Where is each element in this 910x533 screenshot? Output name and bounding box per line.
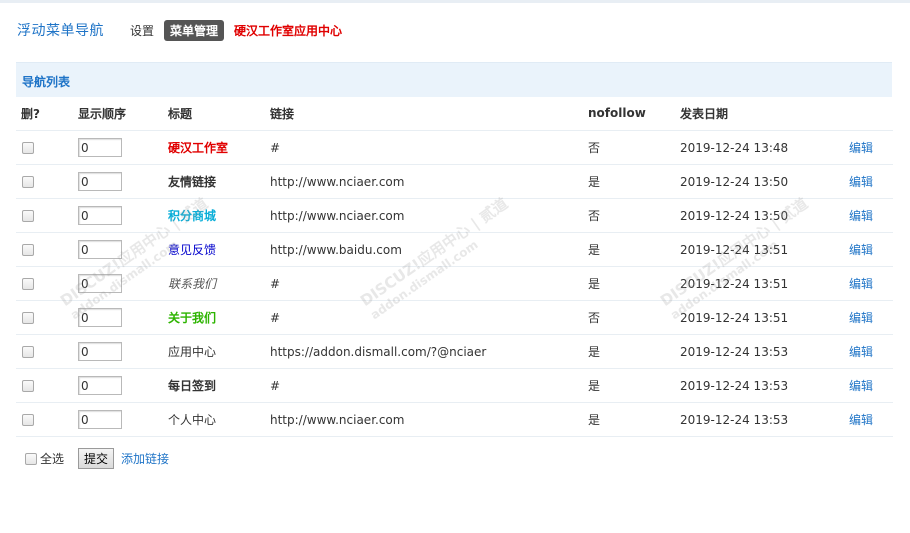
table-row: 关于我们 # 否 2019-12-24 13:51 编辑 [16,300,893,335]
row-nofollow: 是 [588,243,601,257]
order-input[interactable] [78,240,122,259]
col-link-header: 链接 [265,96,583,131]
row-date: 2019-12-24 13:53 [680,378,789,393]
row-date: 2019-12-24 13:51 [680,242,789,257]
edit-link[interactable]: 编辑 [849,141,873,155]
table-row: 应用中心 https://addon.dismall.com/?@nciaer … [16,334,893,369]
nav-list-table: 删? 显示顺序 标题 链接 nofollow 发表日期 硬汉工作室 # 否 20… [16,96,893,437]
edit-link[interactable]: 编辑 [849,243,873,257]
table-row: 意见反馈 http://www.baidu.com 是 2019-12-24 1… [16,232,893,267]
page-header: 浮动菜单导航 设置 菜单管理 硬汉工作室应用中心 [17,18,342,42]
row-title: 每日签到 [168,379,217,393]
edit-link[interactable]: 编辑 [849,311,873,325]
row-link: http://www.nciaer.com [270,208,405,223]
order-input[interactable] [78,308,122,327]
select-all-checkbox[interactable] [25,452,37,465]
row-nofollow: 是 [588,379,601,393]
delete-checkbox[interactable] [22,346,34,358]
top-border [0,0,910,3]
row-date: 2019-12-24 13:50 [680,208,789,223]
col-delete-header: 删? [16,96,73,131]
row-title: 联系我们 [168,277,217,291]
row-date: 2019-12-24 13:50 [680,174,789,189]
delete-checkbox[interactable] [22,210,34,222]
delete-checkbox[interactable] [22,312,34,324]
row-title: 应用中心 [168,345,217,359]
row-link: # [270,276,281,291]
edit-link[interactable]: 编辑 [849,277,873,291]
add-link-button[interactable]: 添加链接 [121,450,169,467]
table-row: 友情链接 http://www.nciaer.com 是 2019-12-24 … [16,164,893,199]
table-footer: 全选 提交 添加链接 [24,448,169,469]
edit-link[interactable]: 编辑 [849,379,873,393]
edit-link[interactable]: 编辑 [849,209,873,223]
row-nofollow: 否 [588,311,601,325]
order-input[interactable] [78,138,122,157]
delete-checkbox[interactable] [22,380,34,392]
section-title: 导航列表 [22,75,71,89]
order-input[interactable] [78,172,122,191]
row-date: 2019-12-24 13:51 [680,310,789,325]
delete-checkbox[interactable] [22,278,34,290]
row-nofollow: 是 [588,345,601,359]
row-link: http://www.baidu.com [270,242,402,257]
row-link: https://addon.dismall.com/?@nciaer [270,344,487,359]
order-input[interactable] [78,376,122,395]
delete-checkbox[interactable] [22,244,34,256]
row-date: 2019-12-24 13:53 [680,344,789,359]
col-order-header: 显示顺序 [73,96,163,131]
row-title: 个人中心 [168,413,217,427]
order-input[interactable] [78,206,122,225]
section-header-bar: 导航列表 [16,62,892,97]
row-link: # [270,140,281,155]
col-action-header [844,96,893,131]
table-header-row: 删? 显示顺序 标题 链接 nofollow 发表日期 [16,96,893,131]
plugin-title: 浮动菜单导航 [17,23,104,39]
row-date: 2019-12-24 13:53 [680,412,789,427]
row-nofollow: 否 [588,209,601,223]
table-row: 每日签到 # 是 2019-12-24 13:53 编辑 [16,368,893,403]
col-nofollow-header: nofollow [583,96,675,131]
table-row: 联系我们 # 是 2019-12-24 13:51 编辑 [16,266,893,301]
row-date: 2019-12-24 13:51 [680,276,789,291]
row-title: 关于我们 [168,311,217,325]
row-nofollow: 是 [588,413,601,427]
submit-button[interactable]: 提交 [78,448,115,469]
order-input[interactable] [78,410,122,429]
table-row: 个人中心 http://www.nciaer.com 是 2019-12-24 … [16,402,893,437]
col-title-header: 标题 [163,96,265,131]
row-link: # [270,310,281,325]
delete-checkbox[interactable] [22,414,34,426]
table-row: 硬汉工作室 # 否 2019-12-24 13:48 编辑 [16,130,893,165]
row-date: 2019-12-24 13:48 [680,140,789,155]
row-nofollow: 是 [588,175,601,189]
row-nofollow: 是 [588,277,601,291]
nav-settings-link[interactable]: 设置 [130,22,154,39]
row-link: http://www.nciaer.com [270,412,405,427]
row-title: 硬汉工作室 [168,141,229,155]
nav-app-center-link[interactable]: 硬汉工作室应用中心 [234,22,342,39]
edit-link[interactable]: 编辑 [849,413,873,427]
order-input[interactable] [78,274,122,293]
row-title: 积分商城 [168,209,217,223]
row-link: http://www.nciaer.com [270,174,405,189]
table-row: 积分商城 http://www.nciaer.com 否 2019-12-24 … [16,198,893,233]
row-nofollow: 否 [588,141,601,155]
col-date-header: 发表日期 [675,96,844,131]
select-all-label[interactable]: 全选 [40,450,64,467]
edit-link[interactable]: 编辑 [849,345,873,359]
order-input[interactable] [78,342,122,361]
edit-link[interactable]: 编辑 [849,175,873,189]
row-title: 友情链接 [168,175,217,189]
nav-menu-manage-tab[interactable]: 菜单管理 [164,19,225,41]
delete-checkbox[interactable] [22,176,34,188]
row-title: 意见反馈 [168,243,217,257]
row-link: # [270,378,281,393]
delete-checkbox[interactable] [22,142,34,154]
